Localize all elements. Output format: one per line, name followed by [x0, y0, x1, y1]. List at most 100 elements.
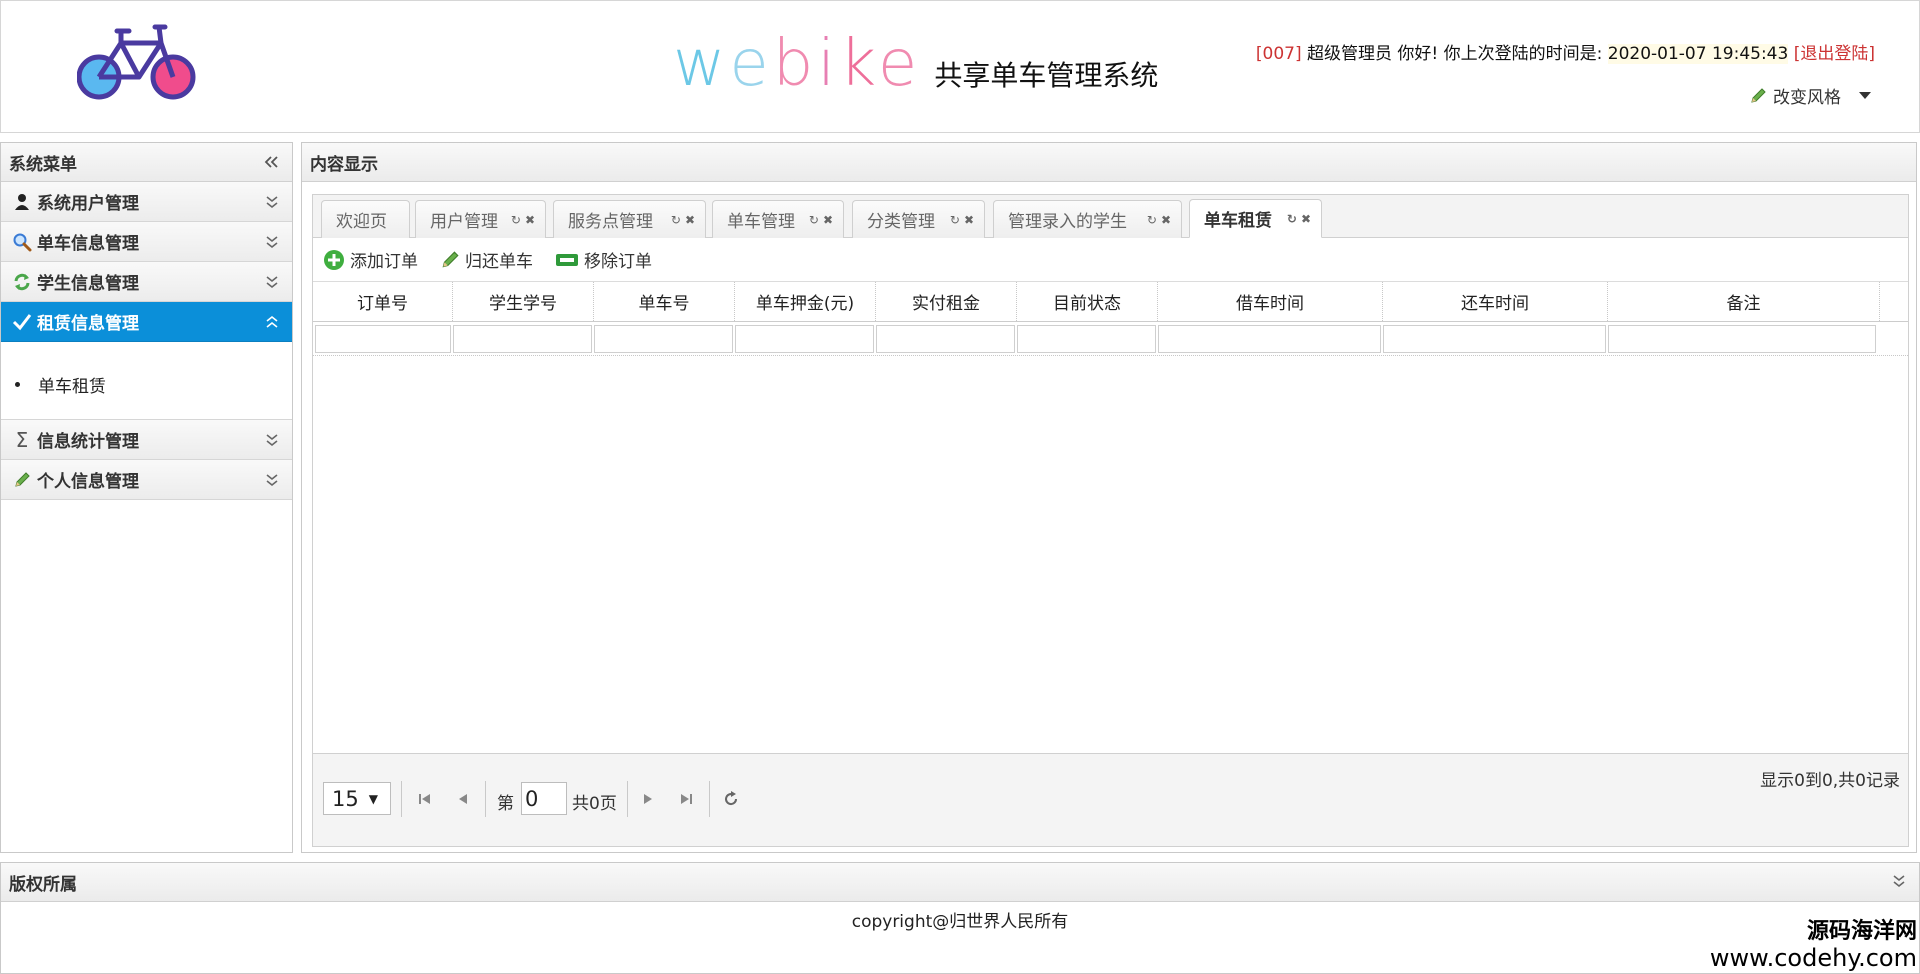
change-style-menu[interactable]: 改变风格: [1749, 83, 1871, 108]
expand-down-icon[interactable]: [264, 194, 280, 215]
logout-link[interactable]: [退出登陆]: [1794, 44, 1875, 64]
remove-order-label: 移除订单: [584, 252, 652, 272]
filter-cell[interactable]: [1158, 325, 1381, 353]
next-page-icon[interactable]: [639, 790, 657, 808]
remove-order-button[interactable]: 移除订单: [555, 247, 652, 272]
close-icon[interactable]: ✖: [964, 213, 974, 227]
close-icon[interactable]: ✖: [823, 213, 833, 227]
previous-page-icon[interactable]: [454, 790, 472, 808]
sidebar-item-label: 信息统计管理: [37, 432, 139, 452]
filter-cell[interactable]: [735, 325, 874, 353]
rental-submenu: 单车租赁: [1, 342, 292, 420]
sidebar-title: 系统菜单: [9, 154, 77, 175]
sidebar-item-system-users[interactable]: 系统用户管理: [1, 182, 292, 222]
dropdown-arrow-icon: ▼: [368, 791, 378, 806]
return-bike-button[interactable]: 归还单车: [440, 247, 533, 272]
user-info: [007] 超级管理员 你好! 你上次登陆的时间是: 2020-01-07 19…: [1256, 39, 1875, 64]
reload-icon[interactable]: ↻: [809, 213, 819, 227]
filter-cell[interactable]: [876, 325, 1015, 353]
footer-title: 版权所属: [9, 874, 77, 895]
close-icon[interactable]: ✖: [1301, 212, 1311, 226]
magnifier-icon: [11, 232, 33, 252]
sidebar-item-label: 租赁信息管理: [37, 314, 139, 334]
column-header[interactable]: 目前状态: [1017, 282, 1158, 321]
close-icon[interactable]: ✖: [1161, 213, 1171, 227]
watermark-cn: 源码海洋网: [1806, 919, 1917, 944]
filter-cell[interactable]: [594, 325, 733, 353]
page-total: 共0页: [572, 794, 617, 814]
column-header[interactable]: 借车时间: [1158, 282, 1383, 321]
column-header[interactable]: 学生学号: [453, 282, 594, 321]
tab-bike-rental[interactable]: 单车租赁 ↻ ✖: [1189, 199, 1322, 238]
tab-label: 管理录入的学生: [1008, 212, 1127, 232]
collapse-up-icon[interactable]: [264, 314, 280, 335]
close-icon[interactable]: ✖: [685, 213, 695, 227]
sidebar-item-personal-info[interactable]: 个人信息管理: [1, 460, 292, 500]
sidebar-item-label: 个人信息管理: [37, 472, 139, 492]
column-header[interactable]: 实付租金: [876, 282, 1017, 321]
tab-label: 单车租赁: [1204, 211, 1272, 231]
checkmark-icon: [11, 312, 33, 332]
refresh-icon[interactable]: [722, 790, 740, 808]
filter-cell[interactable]: [453, 325, 592, 353]
submenu-item-bike-rental[interactable]: 单车租赁: [15, 372, 106, 397]
expand-down-icon[interactable]: [264, 432, 280, 453]
tabs-strip: 欢迎页 用户管理 ↻ ✖ 服务点管理 ↻ ✖ 单车管理 ↻ ✖ 分类管理 ↻ ✖ 管理录…: [313, 195, 1908, 238]
tab-bike-management[interactable]: 单车管理 ↻ ✖: [712, 200, 844, 238]
page-size-select[interactable]: 15 ▼: [323, 782, 391, 815]
sidebar: 系统菜单 系统用户管理 单车信息管理 学生信息管理 租赁信息管理 单车租赁 Σ …: [0, 142, 293, 853]
reload-icon[interactable]: ↻: [671, 213, 681, 227]
pagination-bar: 15 ▼ 第 0 共0页 显示0到0,共0记录: [313, 753, 1908, 846]
tab-container: 欢迎页 用户管理 ↻ ✖ 服务点管理 ↻ ✖ 单车管理 ↻ ✖ 分类管理 ↻ ✖ 管理录…: [312, 194, 1909, 847]
user-icon: [11, 193, 33, 211]
sidebar-item-rental-info[interactable]: 租赁信息管理: [1, 302, 292, 342]
filter-row: [313, 322, 1908, 356]
expand-down-icon[interactable]: [1891, 873, 1907, 894]
sidebar-item-label: 单车信息管理: [37, 234, 139, 254]
tab-label: 服务点管理: [568, 212, 653, 232]
sidebar-item-bike-info[interactable]: 单车信息管理: [1, 222, 292, 262]
expand-down-icon[interactable]: [264, 472, 280, 493]
filter-cell[interactable]: [1017, 325, 1156, 353]
last-page-icon[interactable]: [677, 790, 695, 808]
content-title: 内容显示: [310, 154, 378, 175]
tab-category-management[interactable]: 分类管理 ↻ ✖: [852, 200, 985, 238]
grid-toolbar: 添加订单 归还单车 移除订单: [313, 238, 1908, 282]
first-page-icon[interactable]: [416, 790, 434, 808]
tab-service-point-management[interactable]: 服务点管理 ↻ ✖: [553, 200, 706, 238]
add-order-button[interactable]: 添加订单: [323, 247, 418, 272]
reload-icon[interactable]: ↻: [511, 213, 521, 227]
filter-cell[interactable]: [315, 325, 451, 353]
reload-icon[interactable]: ↻: [1147, 213, 1157, 227]
collapse-left-icon[interactable]: [262, 153, 280, 176]
change-style-label: 改变风格: [1773, 88, 1841, 108]
column-header[interactable]: 单车号: [594, 282, 735, 321]
close-icon[interactable]: ✖: [525, 213, 535, 227]
tab-welcome[interactable]: 欢迎页: [321, 200, 410, 238]
sidebar-item-label: 系统用户管理: [37, 194, 139, 214]
record-summary: 显示0到0,共0记录: [1760, 771, 1900, 791]
column-header[interactable]: 订单号: [313, 282, 453, 321]
user-name: 超级管理员: [1307, 44, 1392, 64]
tab-student-entry-management[interactable]: 管理录入的学生 ↻ ✖: [993, 200, 1182, 238]
tab-label: 分类管理: [867, 212, 935, 232]
watermark: 源码海洋网 www.codehy.com: [1710, 919, 1917, 971]
last-login-time: 2020-01-07 19:45:43: [1607, 44, 1789, 64]
reload-icon[interactable]: ↻: [1287, 212, 1297, 226]
tab-user-management[interactable]: 用户管理 ↻ ✖: [415, 200, 546, 238]
reload-icon[interactable]: ↻: [950, 213, 960, 227]
tab-label: 用户管理: [430, 212, 498, 232]
remove-icon: [556, 253, 578, 266]
page-number-input[interactable]: 0: [521, 782, 567, 815]
column-header[interactable]: 备注: [1608, 282, 1880, 321]
column-header[interactable]: 单车押金(元): [735, 282, 876, 321]
expand-down-icon[interactable]: [264, 274, 280, 295]
footer: 版权所属 copyright@归世界人民所有 源码海洋网 www.codehy.…: [0, 862, 1920, 974]
column-header[interactable]: 还车时间: [1383, 282, 1608, 321]
filter-cell[interactable]: [1383, 325, 1606, 353]
expand-down-icon[interactable]: [264, 234, 280, 255]
filter-cell[interactable]: [1608, 325, 1876, 353]
footer-header: 版权所属: [1, 863, 1919, 902]
sidebar-item-student-info[interactable]: 学生信息管理: [1, 262, 292, 302]
sidebar-item-statistics[interactable]: Σ 信息统计管理: [1, 420, 292, 460]
